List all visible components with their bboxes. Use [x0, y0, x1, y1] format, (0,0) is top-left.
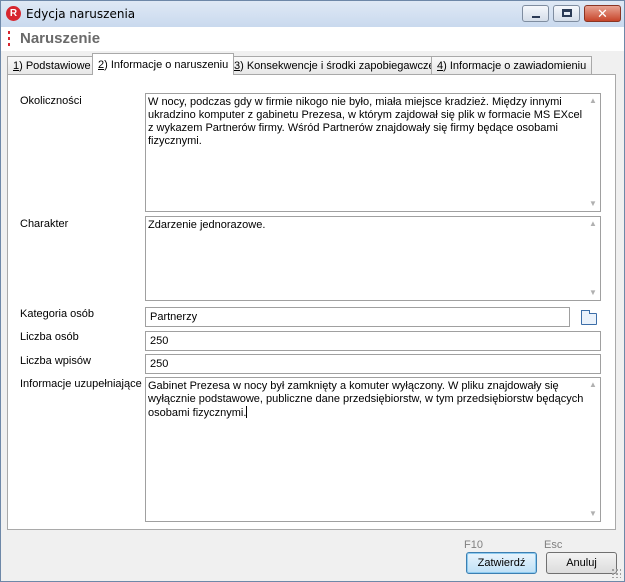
tab-informacje-o-naruszeniu[interactable]: 2) Informacje o naruszeniu — [92, 53, 235, 75]
maximize-button[interactable] — [553, 5, 580, 22]
folder-icon[interactable] — [581, 310, 597, 325]
form-header: Naruszenie — [1, 27, 624, 51]
informacje-uzupelniajace-scrollbar[interactable]: ▲ ▼ — [586, 378, 600, 521]
liczba-osob-input[interactable]: 250 — [145, 331, 601, 351]
page-title: Naruszenie — [20, 30, 101, 47]
cancel-button[interactable]: Anuluj — [546, 552, 617, 574]
charakter-label: Charakter — [20, 218, 69, 230]
text-caret — [246, 406, 248, 418]
tab-podstawowe[interactable]: 1) Podstawiowe — [7, 56, 97, 75]
tab-panel: Okoliczności W nocy, podczas gdy w firmi… — [7, 74, 616, 530]
scroll-down-icon[interactable]: ▼ — [589, 200, 597, 208]
resize-grip-icon[interactable] — [611, 568, 621, 578]
window-title: Edycja naruszenia — [26, 7, 136, 21]
tab-konsekwencje[interactable]: 3) Konsekwencje i środki zapobiegawcze — [228, 56, 441, 75]
okolicznosci-textarea[interactable]: W nocy, podczas gdy w firmie nikogo nie … — [145, 93, 601, 212]
app-logo-icon: R — [6, 6, 21, 21]
kategoria-osob-input[interactable]: Partnerzy — [145, 307, 570, 327]
liczba-osob-label: Liczba osób — [20, 331, 79, 343]
okolicznosci-label: Okoliczności — [20, 95, 82, 107]
scroll-up-icon[interactable]: ▲ — [589, 381, 597, 389]
header-dots-icon — [8, 31, 11, 47]
charakter-scrollbar[interactable]: ▲ ▼ — [586, 217, 600, 300]
scroll-down-icon[interactable]: ▼ — [589, 510, 597, 518]
scroll-down-icon[interactable]: ▼ — [589, 289, 597, 297]
scroll-up-icon[interactable]: ▲ — [589, 220, 597, 228]
close-icon: ✕ — [597, 6, 608, 21]
informacje-uzupelniajace-textarea[interactable]: Gabinet Prezesa w nocy był zamknięty a k… — [145, 377, 601, 522]
minimize-button[interactable] — [522, 5, 549, 22]
okolicznosci-scrollbar[interactable]: ▲ ▼ — [586, 94, 600, 211]
close-button[interactable]: ✕ — [584, 5, 621, 22]
dialog-window: R Edycja naruszenia ✕ Naruszenie 1) Pods… — [0, 0, 625, 582]
kategoria-osob-label: Kategoria osób — [20, 308, 94, 320]
informacje-uzupelniajace-label: Informacje uzupełniające — [20, 378, 142, 390]
liczba-wpisow-label: Liczba wpisów — [20, 355, 91, 367]
confirm-shortcut-hint: F10 — [464, 539, 483, 551]
liczba-wpisow-input[interactable]: 250 — [145, 354, 601, 374]
minimize-icon — [532, 16, 540, 18]
confirm-button[interactable]: Zatwierdź — [466, 552, 537, 574]
tab-informacje-o-zawiadomieniu[interactable]: 4) Informacje o zawiadomieniu — [431, 56, 593, 75]
cancel-shortcut-hint: Esc — [544, 539, 563, 551]
scroll-up-icon[interactable]: ▲ — [589, 97, 597, 105]
title-bar[interactable]: R Edycja naruszenia ✕ — [1, 1, 624, 27]
maximize-icon — [562, 9, 572, 17]
charakter-textarea[interactable]: Zdarzenie jednorazowe. ▲ ▼ — [145, 216, 601, 301]
